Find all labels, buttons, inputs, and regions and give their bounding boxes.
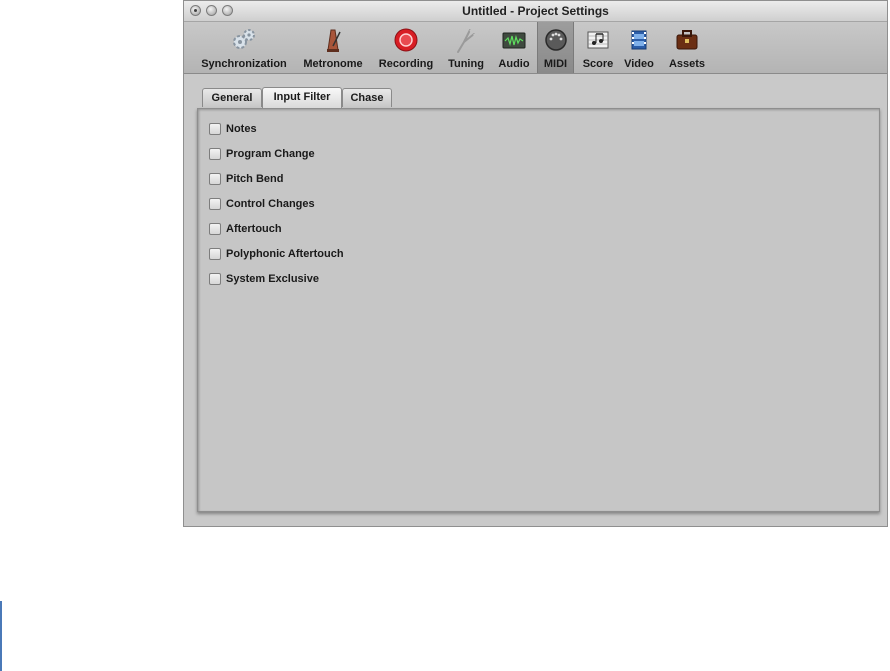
toolbar-label: Tuning	[448, 58, 484, 70]
toolbar-label: Audio	[498, 58, 530, 70]
checkbox-label: Program Change	[226, 148, 315, 160]
toolbar-audio[interactable]: Audio	[494, 22, 534, 73]
toolbar-tuning[interactable]: Tuning	[442, 22, 490, 73]
system-exclusive-checkbox[interactable]	[209, 273, 221, 285]
settings-toolbar: Synchronization Metronome Recording Tuni…	[184, 22, 887, 74]
pitch-bend-checkbox[interactable]	[209, 173, 221, 185]
synchronization-gears-icon	[233, 29, 255, 49]
toolbar-label: Assets	[668, 58, 706, 70]
toolbar-synchronization[interactable]: Synchronization	[196, 22, 292, 73]
video-film-icon	[631, 30, 647, 50]
control-changes-checkbox[interactable]	[209, 198, 221, 210]
toolbar-video[interactable]: Video	[620, 22, 658, 73]
audio-waveform-icon	[502, 32, 526, 49]
toolbar-recording[interactable]: Recording	[374, 22, 438, 73]
briefcase-icon	[676, 30, 698, 50]
toolbar-metronome[interactable]: Metronome	[298, 22, 368, 73]
tab-general[interactable]: General	[202, 88, 262, 107]
midi-connector-icon	[544, 29, 567, 51]
toolbar-label: Synchronization	[201, 58, 287, 70]
checkbox-label: Polyphonic Aftertouch	[226, 248, 344, 260]
checkbox-label: Control Changes	[226, 198, 315, 210]
toolbar-assets[interactable]: Assets	[663, 22, 711, 73]
page-margin-marker	[0, 601, 2, 671]
program-change-checkbox[interactable]	[209, 148, 221, 160]
title-bar[interactable]: Untitled - Project Settings	[184, 1, 887, 22]
toolbar-label: Recording	[378, 58, 434, 70]
toolbar-midi[interactable]: MIDI	[537, 22, 574, 73]
aftertouch-checkbox[interactable]	[209, 223, 221, 235]
input-filter-panel: Notes Program Change Pitch Bend Control …	[197, 108, 880, 512]
metronome-icon	[327, 29, 341, 52]
score-notes-icon	[587, 31, 609, 49]
toolbar-score[interactable]: Score	[578, 22, 618, 73]
toolbar-label: Score	[582, 58, 614, 70]
project-settings-window: Untitled - Project Settings Synchronizat…	[183, 0, 888, 527]
tuning-fork-icon	[457, 29, 476, 53]
tab-chase[interactable]: Chase	[342, 88, 392, 107]
checkbox-label: Aftertouch	[226, 223, 282, 235]
toolbar-label: MIDI	[543, 58, 568, 70]
notes-checkbox[interactable]	[209, 123, 221, 135]
tab-input-filter[interactable]: Input Filter	[262, 87, 342, 108]
toolbar-label: Video	[624, 58, 654, 70]
toolbar-label: Metronome	[303, 58, 363, 70]
record-icon	[394, 28, 418, 52]
checkbox-label: Pitch Bend	[226, 173, 284, 185]
polyphonic-aftertouch-checkbox[interactable]	[209, 248, 221, 260]
checkbox-label: System Exclusive	[226, 273, 319, 285]
checkbox-label: Notes	[226, 123, 257, 135]
window-title: Untitled - Project Settings	[462, 4, 609, 18]
